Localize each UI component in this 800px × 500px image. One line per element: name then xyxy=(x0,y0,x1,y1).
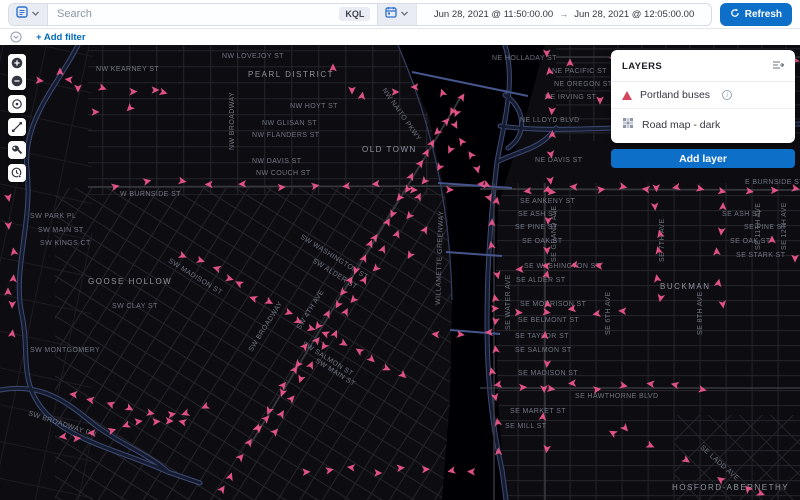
svg-text:SE HAWTHORNE BLVD: SE HAWTHORNE BLVD xyxy=(575,393,658,400)
svg-text:NW FLANDERS ST: NW FLANDERS ST xyxy=(252,132,320,139)
saved-query-menu-button[interactable] xyxy=(9,4,48,25)
svg-text:SE BELMONT ST: SE BELMONT ST xyxy=(518,317,579,324)
svg-text:SE OAK ST: SE OAK ST xyxy=(730,238,771,245)
unified-search-bar: KQL Jun 28, 2021 @ 11:50:00.00 → Jun 28,… xyxy=(8,3,712,26)
date-range-arrow-icon: → xyxy=(559,9,568,19)
triangle-marker-icon xyxy=(622,91,632,100)
svg-text:SE MARKET ST: SE MARKET ST xyxy=(510,408,566,415)
collapse-panel-icon[interactable] xyxy=(772,57,784,75)
svg-text:PEARL DISTRICT: PEARL DISTRICT xyxy=(248,70,334,79)
svg-text:NW LOVEJOY ST: NW LOVEJOY ST xyxy=(222,53,284,60)
saved-query-icon xyxy=(16,5,28,23)
svg-text:GOOSE HOLLOW: GOOSE HOLLOW xyxy=(88,277,172,286)
svg-text:SE WATER AVE: SE WATER AVE xyxy=(505,274,512,330)
set-view-button[interactable] xyxy=(8,95,26,113)
zoom-in-button[interactable] xyxy=(8,54,26,72)
tools-button[interactable] xyxy=(8,141,26,159)
svg-text:NE PACIFIC ST: NE PACIFIC ST xyxy=(552,68,607,75)
svg-text:SE 7TH AVE: SE 7TH AVE xyxy=(659,218,666,262)
layer-row-portland-buses[interactable]: Portland buses i xyxy=(611,82,795,109)
minus-in-circle-icon xyxy=(11,75,23,87)
filter-bar: + Add filter xyxy=(0,29,800,45)
layer-name: Road map - dark xyxy=(642,119,720,131)
svg-text:E BURNSIDE ST: E BURNSIDE ST xyxy=(745,179,800,186)
refresh-label: Refresh xyxy=(745,9,782,20)
svg-text:BUCKMAN: BUCKMAN xyxy=(660,282,711,291)
svg-text:SW KINGS CT: SW KINGS CT xyxy=(40,240,91,247)
zoom-control-group xyxy=(8,54,26,90)
svg-text:SE 12TH AVE: SE 12TH AVE xyxy=(781,202,788,250)
svg-text:SE WASHINGTON ST: SE WASHINGTON ST xyxy=(524,263,601,270)
search-input[interactable] xyxy=(48,4,339,25)
add-layer-button[interactable]: Add layer xyxy=(611,149,795,168)
kql-language-button[interactable]: KQL xyxy=(339,7,370,21)
svg-text:SE ALDER ST: SE ALDER ST xyxy=(516,277,566,284)
svg-text:SE MORRISON ST: SE MORRISON ST xyxy=(520,301,587,308)
layers-panel-title: LAYERS xyxy=(622,61,662,72)
svg-text:HOSFORD-ABERNETHY: HOSFORD-ABERNETHY xyxy=(672,483,789,492)
map-controls xyxy=(8,54,26,182)
map-container: NW KEARNEY ST NW LOVEJOY ST PEARL DISTRICT… xyxy=(0,45,800,500)
timeslider-button[interactable] xyxy=(8,164,26,182)
svg-text:OLD TOWN: OLD TOWN xyxy=(362,145,417,154)
svg-text:SE 6TH AVE: SE 6TH AVE xyxy=(605,291,612,335)
layers-card: LAYERS Portland buses i Road map - dark xyxy=(611,50,795,143)
svg-text:SE SALMON ST: SE SALMON ST xyxy=(515,347,572,354)
top-search-bar: KQL Jun 28, 2021 @ 11:50:00.00 → Jun 28,… xyxy=(0,0,800,29)
svg-text:SW CLAY ST: SW CLAY ST xyxy=(112,303,158,310)
svg-text:NE DAVIS ST: NE DAVIS ST xyxy=(535,157,583,164)
svg-text:SE TAYLOR ST: SE TAYLOR ST xyxy=(515,333,569,340)
svg-text:SW PARK PL: SW PARK PL xyxy=(30,213,76,220)
info-icon[interactable]: i xyxy=(722,90,732,100)
layer-row-road-map-dark[interactable]: Road map - dark xyxy=(611,109,795,141)
date-quick-select-button[interactable] xyxy=(378,4,417,25)
svg-text:NE LLOYD BLVD: NE LLOYD BLVD xyxy=(520,117,580,124)
chevron-down-icon xyxy=(400,5,409,23)
layers-panel: LAYERS Portland buses i Road map - dark … xyxy=(611,50,795,168)
refresh-icon xyxy=(730,8,740,21)
svg-text:SE GRAND AVE: SE GRAND AVE xyxy=(551,206,558,262)
svg-text:SE MADISON ST: SE MADISON ST xyxy=(518,370,578,377)
svg-text:NW GLISAN ST: NW GLISAN ST xyxy=(262,120,317,127)
measure-line-icon xyxy=(11,121,23,133)
draw-tools-button[interactable] xyxy=(8,118,26,136)
date-range: Jun 28, 2021 @ 11:50:00.00 → Jun 28, 202… xyxy=(417,9,710,20)
svg-text:W BURNSIDE ST: W BURNSIDE ST xyxy=(120,191,181,198)
svg-text:SE ANKENY ST: SE ANKENY ST xyxy=(520,198,576,205)
layer-name: Portland buses xyxy=(640,89,710,101)
svg-text:SW MONTGOMERY: SW MONTGOMERY xyxy=(30,347,100,354)
add-filter-button[interactable]: + Add filter xyxy=(36,32,86,43)
svg-text:NW BROADWAY: NW BROADWAY xyxy=(229,92,236,150)
zoom-out-button[interactable] xyxy=(8,72,26,90)
clock-play-icon xyxy=(11,167,23,179)
svg-text:NE IRVING ST: NE IRVING ST xyxy=(545,94,597,101)
svg-text:SE MILL ST: SE MILL ST xyxy=(505,423,547,430)
svg-text:NE OREGON ST: NE OREGON ST xyxy=(554,81,613,88)
svg-text:NW DAVIS ST: NW DAVIS ST xyxy=(252,158,302,165)
svg-text:NW COUCH ST: NW COUCH ST xyxy=(256,170,311,177)
filter-options-button[interactable] xyxy=(10,31,22,43)
plus-in-circle-icon xyxy=(11,57,23,69)
chevron-down-icon xyxy=(31,5,40,23)
svg-text:SE 11TH AVE: SE 11TH AVE xyxy=(755,203,762,250)
svg-text:SW MAIN ST: SW MAIN ST xyxy=(38,227,84,234)
calendar-icon xyxy=(385,5,397,23)
end-date-button[interactable]: Jun 28, 2021 @ 12:05:00.00 xyxy=(574,9,694,20)
refresh-button[interactable]: Refresh xyxy=(720,3,792,26)
svg-text:NW KEARNEY ST: NW KEARNEY ST xyxy=(96,66,159,73)
svg-text:SE 8TH AVE: SE 8TH AVE xyxy=(697,291,704,335)
svg-text:SE STARK ST: SE STARK ST xyxy=(736,252,786,259)
svg-text:NW HOYT ST: NW HOYT ST xyxy=(290,103,338,110)
grid-tiles-icon xyxy=(622,116,634,134)
crosshair-icon xyxy=(11,98,23,110)
wrench-icon xyxy=(11,144,23,156)
start-date-button[interactable]: Jun 28, 2021 @ 11:50:00.00 xyxy=(434,9,553,20)
